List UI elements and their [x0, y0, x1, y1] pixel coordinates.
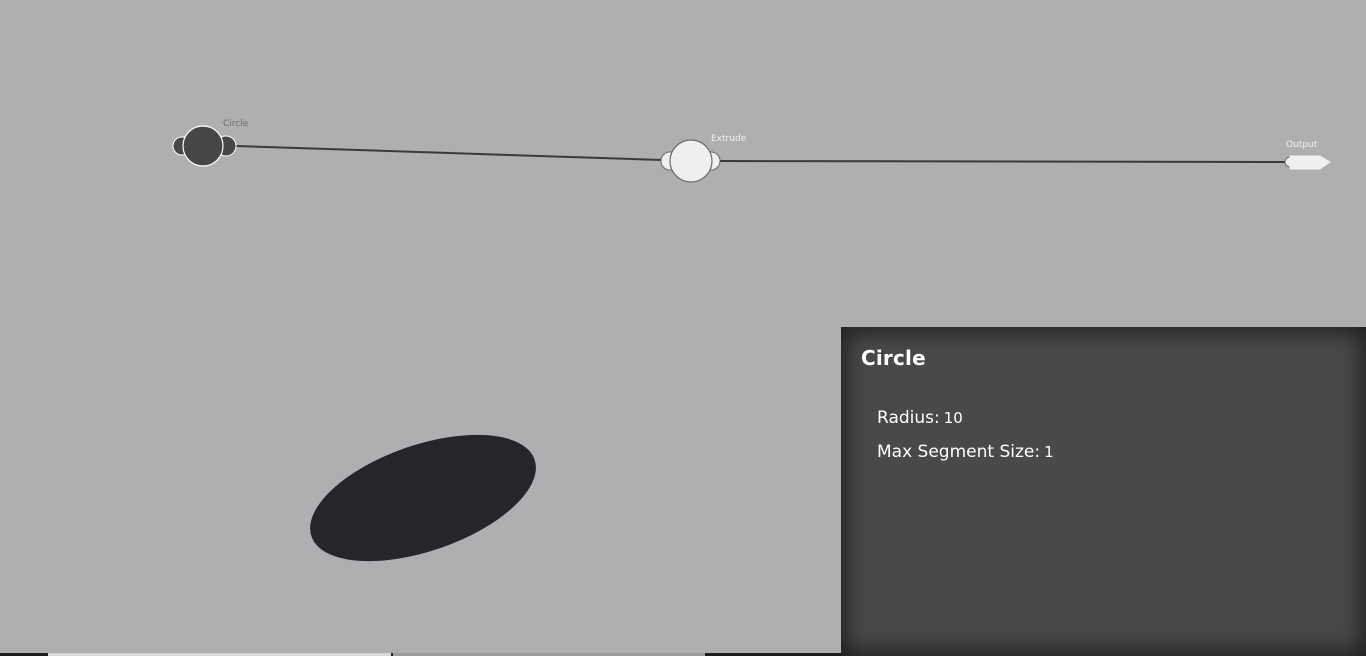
edge-extrude-output	[719, 160, 1287, 163]
param-radius[interactable]: Radius: 10	[877, 408, 963, 428]
properties-panel: Circle Radius: 10 Max Segment Size: 1	[841, 327, 1366, 656]
node-extrude[interactable]: Extrude	[660, 134, 747, 183]
edge-circle-extrude	[235, 145, 663, 161]
app-stage: Circle Extrude Output Circle Radius: 10 M…	[0, 0, 1366, 656]
param-radius-value[interactable]: 10	[944, 409, 963, 427]
node-circle-body[interactable]	[182, 125, 224, 167]
node-extrude-body[interactable]	[669, 139, 713, 183]
param-max-segment-size-value[interactable]: 1	[1044, 443, 1054, 461]
preview-viewport[interactable]	[0, 330, 840, 656]
node-extrude-label: Extrude	[711, 134, 747, 144]
node-graph-canvas[interactable]: Circle Extrude Output	[0, 0, 1366, 330]
param-radius-label: Radius:	[877, 408, 940, 428]
node-output-body[interactable]	[1289, 155, 1331, 170]
preview-shape-ellipse	[310, 434, 536, 562]
node-circle[interactable]: Circle	[172, 119, 249, 167]
param-max-segment-size[interactable]: Max Segment Size: 1	[877, 442, 1054, 462]
node-circle-label: Circle	[223, 119, 249, 129]
panel-title: Circle	[861, 346, 926, 370]
node-output[interactable]: Output	[1284, 140, 1331, 170]
node-output-label: Output	[1286, 140, 1318, 150]
param-max-segment-size-label: Max Segment Size:	[877, 442, 1041, 462]
